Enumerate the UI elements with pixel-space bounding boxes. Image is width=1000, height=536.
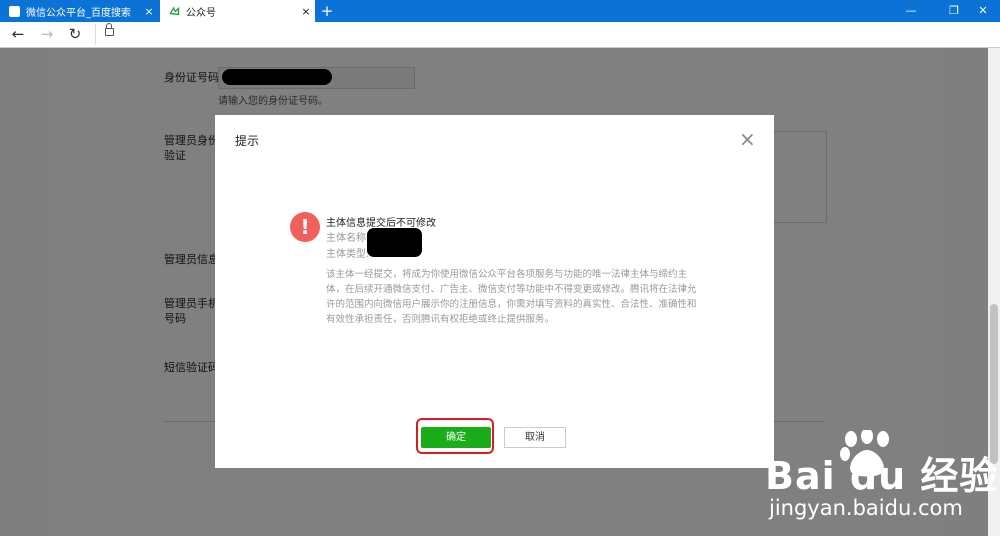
sms-code-label: 短信验证码 bbox=[164, 361, 219, 374]
redacted-id-value bbox=[222, 69, 332, 85]
minimize-button[interactable]: — bbox=[894, 0, 928, 22]
id-number-hint: 请输入您的身份证号码。 bbox=[218, 96, 328, 107]
tab-baidu-search[interactable]: 微信公众平台_百度搜索 × bbox=[0, 0, 158, 22]
dialog-heading: 主体信息提交后不可修改 bbox=[326, 218, 436, 229]
warning-icon: ! bbox=[290, 212, 320, 242]
new-tab-button[interactable]: + bbox=[318, 0, 336, 22]
wechat-favicon-icon bbox=[169, 6, 180, 17]
watermark-url: jingyan.baidu.com bbox=[769, 496, 963, 520]
tab-title: 微信公众平台_百度搜索 bbox=[26, 7, 131, 19]
id-number-label: 身份证号码 bbox=[164, 71, 219, 84]
tab-title: 公众号 bbox=[186, 7, 216, 19]
dialog-title: 提示 bbox=[235, 134, 260, 148]
admin-verify-label: 管理员身份 bbox=[164, 134, 219, 147]
close-window-button[interactable]: ✕ bbox=[966, 0, 1000, 22]
address-bar: ← → ↻ bbox=[0, 22, 1000, 48]
baidu-favicon-icon bbox=[9, 5, 20, 17]
dialog-close-icon[interactable]: × bbox=[739, 129, 756, 149]
tab-official-account[interactable]: 公众号 × bbox=[160, 0, 315, 22]
baidu-jingyan-watermark: Bai du 经验 jingyan.baidu.com bbox=[765, 430, 1000, 536]
reload-button[interactable]: ↻ bbox=[65, 24, 85, 44]
admin-phone-label: 管理员手机 bbox=[164, 297, 219, 310]
admin-verify-label-line2: 验证 bbox=[164, 149, 186, 162]
confirm-button[interactable]: 确定 bbox=[421, 427, 491, 448]
confirm-dialog: 提示 × ! 主体信息提交后不可修改 主体名称: 主体类型: 该主体一经提交，将… bbox=[215, 115, 774, 468]
entity-name-label: 主体名称: bbox=[326, 233, 370, 244]
entity-type-label: 主体类型: bbox=[326, 249, 370, 260]
dialog-description: 该主体一经提交，将成为你使用微信公众平台各项服务与功能的唯一法律主体与缔约主体，… bbox=[326, 269, 697, 325]
forward-button[interactable]: → bbox=[37, 24, 57, 44]
admin-phone-label-line2: 号码 bbox=[164, 312, 186, 325]
back-button[interactable]: ← bbox=[8, 24, 28, 44]
redacted-entity-info bbox=[367, 228, 422, 257]
tab-bar: 微信公众平台_百度搜索 × 公众号 × + — ❐ ✕ bbox=[0, 0, 1000, 22]
admin-info-label: 管理员信息登 bbox=[164, 253, 215, 266]
cancel-button[interactable]: 取消 bbox=[504, 427, 566, 448]
tab-close-icon[interactable]: × bbox=[140, 5, 158, 18]
watermark-brand: Bai du 经验 bbox=[765, 454, 999, 498]
lock-icon bbox=[105, 23, 114, 36]
url-field[interactable] bbox=[95, 23, 1000, 45]
tab-close-icon[interactable]: × bbox=[297, 5, 315, 18]
